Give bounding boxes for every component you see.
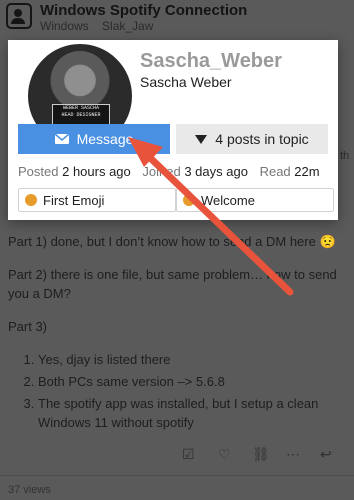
- post-actions: ☑ ♡ ⛓ ⋯ ↩: [0, 444, 354, 468]
- badge-icon: [183, 194, 195, 206]
- reply-icon[interactable]: ↩: [320, 446, 332, 463]
- message-button[interactable]: Message: [18, 124, 170, 154]
- posted-label: Posted: [18, 164, 59, 179]
- posted-value: 2 hours ago: [62, 164, 131, 179]
- envelope-icon: [54, 134, 69, 144]
- user-icon[interactable]: [6, 3, 32, 29]
- message-label: Message: [76, 131, 134, 147]
- tag-windows[interactable]: Windows: [40, 19, 89, 33]
- link-icon[interactable]: ⛓: [252, 446, 270, 463]
- post-body: Part 1) done, but I don’t know how to se…: [8, 232, 348, 435]
- badge-first-emoji[interactable]: First Emoji: [18, 188, 176, 212]
- more-icon[interactable]: ⋯: [286, 446, 300, 463]
- badge-label: First Emoji: [43, 192, 105, 208]
- user-card: WEBER SASCHA HEAD DESIGNER Sascha_Weber …: [8, 40, 338, 220]
- user-stats: Posted 2 hours ago Joined 3 days ago Rea…: [18, 164, 328, 179]
- full-name: Sascha Weber: [140, 74, 232, 90]
- post-paragraph-2: Part 2) there is one file, but same prob…: [8, 267, 337, 301]
- username[interactable]: Sascha_Weber: [140, 50, 282, 73]
- ghost-text: th: [340, 150, 350, 162]
- list-item: The spotify app was installed, but I set…: [38, 394, 348, 432]
- posts-in-topic-button[interactable]: 4 posts in topic: [176, 124, 328, 154]
- post-paragraph-1: Part 1) done, but I don’t know how to se…: [8, 234, 336, 249]
- post-paragraph-3: Part 3): [8, 319, 48, 334]
- filter-icon: [195, 134, 208, 144]
- joined-label: Joined: [142, 164, 181, 179]
- posts-label: 4 posts in topic: [215, 131, 309, 147]
- list-item: Both PCs same version –> 5.6.8: [38, 372, 348, 391]
- views-count: 37 views: [8, 484, 51, 496]
- topic-header: Windows Spotify Connection Windows Slak_…: [0, 0, 354, 40]
- joined-value: 3 days ago: [184, 164, 248, 179]
- read-label: Read: [259, 164, 291, 179]
- read-value: 22m: [294, 164, 320, 179]
- badge-welcome[interactable]: Welcome: [176, 188, 334, 212]
- badge-icon: [25, 194, 37, 206]
- tag-user[interactable]: Slak_Jaw: [102, 19, 153, 33]
- badge-label: Welcome: [201, 192, 255, 208]
- list-item: Yes, djay is listed there: [38, 350, 348, 369]
- post-list: Yes, djay is listed there Both PCs same …: [8, 350, 348, 432]
- like-icon[interactable]: ♡: [218, 446, 231, 463]
- divider: [0, 475, 354, 476]
- topic-title[interactable]: Windows Spotify Connection: [40, 2, 247, 19]
- solution-icon[interactable]: ☑: [182, 446, 195, 463]
- topic-tags: Windows Slak_Jaw: [40, 19, 163, 33]
